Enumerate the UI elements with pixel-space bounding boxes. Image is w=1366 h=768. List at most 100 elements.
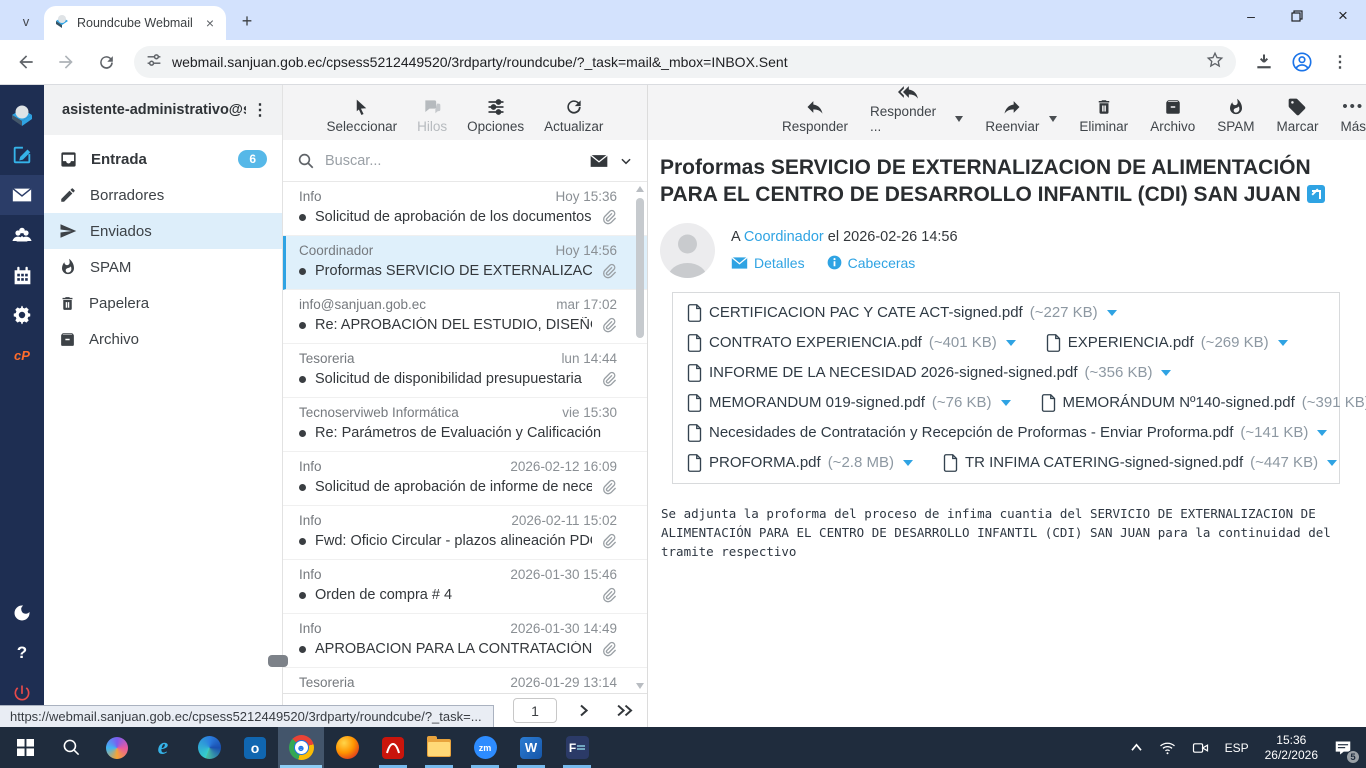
attachment-item[interactable]: MEMORANDUM 019-signed.pdf (~76 KB) xyxy=(687,393,1011,412)
spam-button[interactable]: SPAM xyxy=(1217,97,1254,134)
wifi-icon[interactable] xyxy=(1153,727,1182,768)
forward-menu-caret[interactable] xyxy=(1049,116,1058,134)
new-tab-button[interactable]: + xyxy=(234,8,260,34)
cpanel-icon[interactable]: cP xyxy=(0,335,44,375)
account-header[interactable]: asistente-administrativo@sa... ⋮ xyxy=(44,85,282,135)
reply-all-button[interactable]: Responder ... xyxy=(870,82,945,134)
scroll-up-arrow[interactable] xyxy=(636,186,644,192)
attachment-menu-caret-icon[interactable] xyxy=(1161,369,1172,376)
attachment-item[interactable]: EXPERIENCIA.pdf (~269 KB) xyxy=(1046,333,1288,352)
delete-button[interactable]: Eliminar xyxy=(1079,97,1128,134)
downloads-icon[interactable] xyxy=(1248,46,1280,78)
attachment-menu-caret-icon[interactable] xyxy=(1317,429,1328,436)
attachment-item[interactable]: PROFORMA.pdf (~2.8 MB) xyxy=(687,453,913,472)
notification-center-button[interactable]: 5 xyxy=(1328,727,1360,768)
list-scrollbar[interactable] xyxy=(634,184,646,691)
attachment-menu-caret-icon[interactable] xyxy=(902,459,913,466)
folder-spam[interactable]: SPAM xyxy=(44,249,282,285)
message-row-selected[interactable]: Coordinador Hoy 14:56 Proformas SERVICIO … xyxy=(283,236,647,290)
reply-button[interactable]: Responder xyxy=(782,97,848,134)
url-bar[interactable]: webmail.sanjuan.gob.ec/cpsess5212449520/… xyxy=(134,46,1236,78)
attachment-menu-caret-icon[interactable] xyxy=(1277,339,1288,346)
taskbar-f-app-button[interactable]: F xyxy=(554,727,600,768)
search-scope-envelope-icon[interactable] xyxy=(589,151,609,171)
recipient-link[interactable]: Coordinador xyxy=(744,229,824,245)
window-close-button[interactable]: × xyxy=(1320,0,1366,32)
message-row[interactable]: Info 2026-01-30 15:46 Orden de compra # 4 xyxy=(283,560,647,614)
contacts-nav-button[interactable] xyxy=(0,215,44,255)
message-row[interactable]: Tesoreria lun 14:44 Solicitud de disponib… xyxy=(283,344,647,398)
language-indicator[interactable]: ESP xyxy=(1219,727,1255,768)
taskbar-copilot-button[interactable] xyxy=(94,727,140,768)
folder-papelera[interactable]: Papelera xyxy=(44,285,282,321)
calendar-nav-button[interactable] xyxy=(0,255,44,295)
attachment-item[interactable]: CONTRATO EXPERIENCIA.pdf (~401 KB) xyxy=(687,333,1016,352)
mark-button[interactable]: Marcar xyxy=(1276,97,1318,134)
attachment-item[interactable]: Necesidades de Contratación y Recepción … xyxy=(687,423,1328,442)
message-row[interactable]: Tecnoserviweb Informática vie 15:30 Re: P… xyxy=(283,398,647,452)
message-row[interactable]: Info 2026-02-12 16:09 Solicitud de aproba… xyxy=(283,452,647,506)
window-restore-button[interactable] xyxy=(1274,0,1320,32)
browser-tab[interactable]: Roundcube Webmail :: Enviados × xyxy=(44,6,226,40)
attachment-item[interactable]: MEMORÁNDUM Nº140-signed.pdf (~391 KB) xyxy=(1041,393,1366,412)
taskbar-outlook-button[interactable]: o xyxy=(232,727,278,768)
select-button[interactable]: Seleccionar xyxy=(327,98,397,134)
folder-footer-icon[interactable] xyxy=(268,655,288,667)
meet-now-icon[interactable] xyxy=(1186,727,1215,768)
last-page-button[interactable] xyxy=(610,703,641,718)
message-row[interactable]: info@sanjuan.gob.ec mar 17:02 Re: APROBAC… xyxy=(283,290,647,344)
search-input[interactable] xyxy=(325,152,579,169)
tray-expand-chevron-icon[interactable] xyxy=(1124,727,1149,768)
mail-nav-button[interactable] xyxy=(0,175,44,215)
attachment-item[interactable]: INFORME DE LA NECESIDAD 2026-signed-sign… xyxy=(687,363,1172,382)
archive-button[interactable]: Archivo xyxy=(1150,97,1195,134)
attachment-menu-caret-icon[interactable] xyxy=(1000,399,1011,406)
taskbar-explorer-button[interactable] xyxy=(416,727,462,768)
threads-button[interactable]: Hilos xyxy=(417,97,447,134)
account-menu-kebab-icon[interactable]: ⋮ xyxy=(246,100,274,120)
window-minimize-button[interactable]: – xyxy=(1228,0,1274,32)
site-settings-icon[interactable] xyxy=(146,52,162,73)
message-row[interactable]: Info 2026-02-11 15:02 Fwd: Oficio Circula… xyxy=(283,506,647,560)
details-toggle[interactable]: Detalles xyxy=(731,255,805,271)
forward-button[interactable]: Reenviar xyxy=(985,97,1039,134)
scroll-down-arrow[interactable] xyxy=(636,683,644,689)
taskbar-edge-button[interactable] xyxy=(186,727,232,768)
next-page-button[interactable] xyxy=(571,703,596,718)
taskbar-zoom-button[interactable]: zm xyxy=(462,727,508,768)
profile-avatar-icon[interactable] xyxy=(1286,46,1318,78)
message-row[interactable]: Info Hoy 15:36 Solicitud de aprobación de… xyxy=(283,182,647,236)
settings-gear-icon[interactable] xyxy=(0,295,44,335)
tab-search-chevron-icon[interactable]: v xyxy=(12,7,40,35)
folder-archivo[interactable]: Archivo xyxy=(44,321,282,357)
taskbar-chrome-button[interactable]: ☻ xyxy=(278,727,324,768)
attachment-menu-caret-icon[interactable] xyxy=(1327,459,1338,466)
more-button[interactable]: ••• Más xyxy=(1340,97,1366,134)
browser-menu-kebab-icon[interactable]: ⋮ xyxy=(1324,46,1356,78)
attachment-menu-caret-icon[interactable] xyxy=(1005,339,1016,346)
taskbar-word-button[interactable]: W xyxy=(508,727,554,768)
taskbar-acrobat-button[interactable] xyxy=(370,727,416,768)
reload-button[interactable] xyxy=(90,46,122,78)
scrollbar-thumb[interactable] xyxy=(636,198,644,338)
options-button[interactable]: Opciones xyxy=(467,97,524,134)
taskbar-search-button[interactable] xyxy=(48,727,94,768)
taskbar-firefox-button[interactable] xyxy=(324,727,370,768)
folder-enviados[interactable]: Enviados xyxy=(44,213,282,249)
attachment-item[interactable]: TR INFIMA CATERING-signed-signed.pdf (~44… xyxy=(943,453,1338,472)
taskbar-ie-button[interactable]: e xyxy=(140,727,186,768)
folder-entrada[interactable]: Entrada 6 xyxy=(44,141,282,177)
open-in-new-window-icon[interactable] xyxy=(1306,185,1325,204)
folder-borradores[interactable]: Borradores xyxy=(44,177,282,213)
message-row[interactable]: Info 2026-01-30 14:49 APROBACION PARA LA … xyxy=(283,614,647,668)
message-row[interactable]: Tesoreria 2026-01-29 13:14 xyxy=(283,668,647,693)
compose-button[interactable] xyxy=(0,135,44,175)
reply-all-menu-caret[interactable] xyxy=(955,116,964,134)
back-button[interactable] xyxy=(10,46,42,78)
search-options-chevron-icon[interactable] xyxy=(619,154,633,168)
url-text[interactable]: webmail.sanjuan.gob.ec/cpsess5212449520/… xyxy=(172,54,1196,70)
taskbar-clock[interactable]: 15:36 26/2/2026 xyxy=(1259,727,1324,768)
bookmark-star-icon[interactable] xyxy=(1206,51,1224,74)
refresh-button[interactable]: Actualizar xyxy=(544,97,603,134)
help-icon[interactable]: ? xyxy=(0,633,44,673)
